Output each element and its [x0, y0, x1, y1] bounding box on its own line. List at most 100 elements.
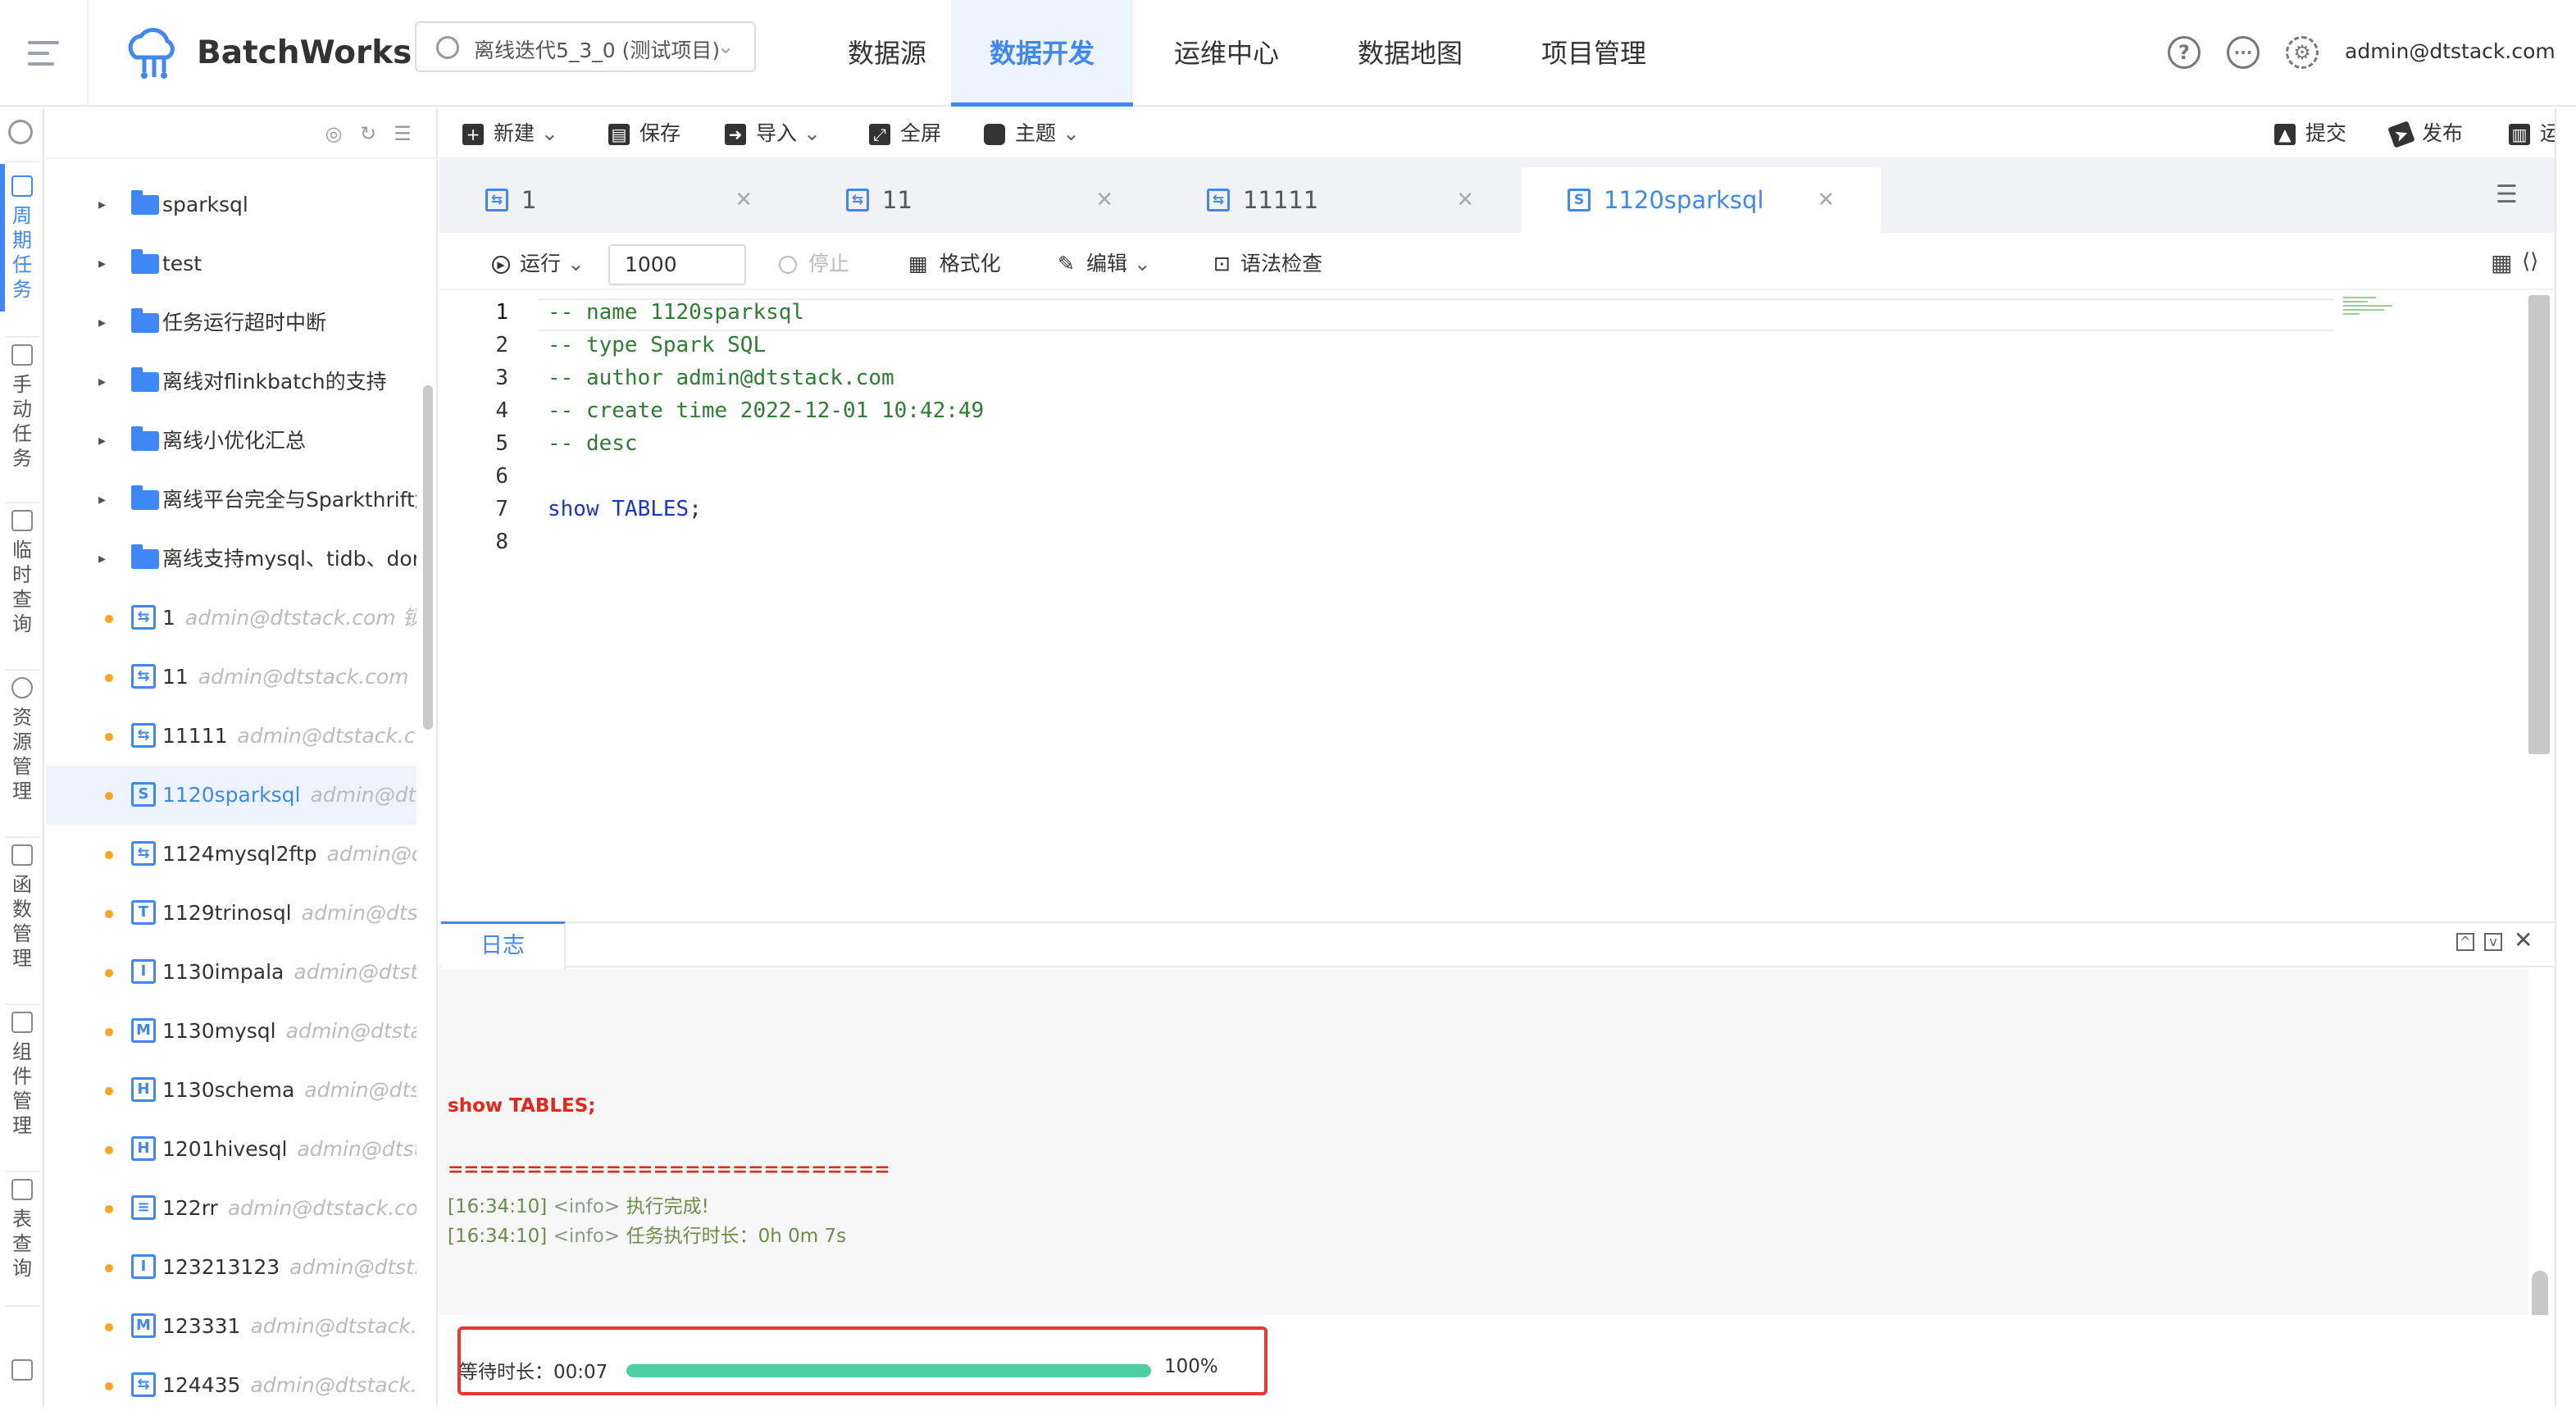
code-line[interactable]: -- desc [548, 431, 638, 456]
caret-right-icon[interactable]: ▸ [98, 412, 106, 471]
collapse-icon[interactable] [11, 1359, 33, 1381]
new-button[interactable]: + 新建 ⌄ [462, 120, 558, 148]
log-body [439, 969, 2528, 1315]
edit-button-label: 编辑 [1085, 252, 1127, 275]
tree-item-name: 离线平台完全与Sparkthrift解 [162, 488, 416, 512]
tree-item-name: 124435 [162, 1373, 241, 1397]
caret-right-icon[interactable]: ▸ [98, 530, 106, 589]
tree-folder[interactable]: ▸ sparksql [46, 175, 416, 234]
minimize-icon[interactable]: v [2484, 933, 2502, 951]
close-icon[interactable]: ✕ [1817, 167, 1835, 233]
log-line: [16:34:10] <info> 任务执行时长：0h 0m 7s [448, 1220, 846, 1248]
gear-icon[interactable]: ⚙ [2286, 36, 2319, 69]
locate-icon[interactable]: ◎ [323, 123, 344, 144]
tree-task[interactable]: ⇆124435 admin@dtstack.... [46, 1356, 416, 1415]
tree-task[interactable]: H1130schema admin@dtst... [46, 1061, 416, 1120]
tree-folder[interactable]: ▸ 任务运行超时中断 [46, 293, 416, 353]
caret-right-icon[interactable]: ▸ [98, 471, 106, 530]
code-line[interactable]: -- author admin@dtstack.com [548, 366, 894, 390]
stop-button[interactable]: 停止 [779, 249, 849, 279]
nav-data-development[interactable]: 数据开发 [951, 0, 1133, 107]
tree-task[interactable]: S1120sparksql admin@dts... [46, 766, 416, 825]
tree-folder[interactable]: ▸ 离线对flinkbatch的支持 [46, 353, 416, 412]
rail-item-temp-query[interactable]: 临时查询 [0, 510, 44, 636]
format-button[interactable]: ▦ 格式化 [908, 249, 1001, 279]
tree-scrollbar[interactable] [423, 385, 433, 730]
caret-right-icon[interactable]: ▸ [98, 175, 106, 234]
rail-item-resource-management[interactable]: 资源管理 [0, 677, 44, 803]
tree-task[interactable]: I123213123 admin@dtst... [46, 1238, 416, 1297]
rail-item-component-management[interactable]: 组件管理 [0, 1012, 44, 1138]
import-button[interactable]: ➜ 导入 ⌄ [725, 120, 821, 148]
caret-right-icon[interactable]: ▸ [98, 353, 106, 412]
close-icon[interactable]: ✕ [1095, 167, 1113, 233]
tree-folder[interactable]: ▸ 离线平台完全与Sparkthrift解 [46, 471, 416, 530]
nav-ops-center[interactable]: 运维中心 [1140, 0, 1313, 107]
close-icon[interactable]: ✕ [1456, 167, 1474, 233]
nav-project-management[interactable]: 项目管理 [1507, 0, 1681, 107]
rail-item-table-query[interactable]: 表查询 [0, 1179, 44, 1281]
tree-task[interactable]: ⇆ 11 admin@dtstack.com ... [46, 648, 416, 707]
submit-button[interactable]: ▲ 提交 [2274, 120, 2346, 148]
project-selector[interactable]: 离线迭代5_3_0 (测试项目) ⌄ [415, 21, 756, 72]
caret-right-icon[interactable]: ▸ [98, 234, 106, 293]
tree-folder[interactable]: ▸ test [46, 234, 416, 293]
refresh-icon[interactable]: ↻ [357, 123, 379, 144]
close-icon[interactable]: ✕ [735, 167, 753, 233]
search-icon[interactable] [8, 120, 33, 144]
code-bracket-icon[interactable]: ⟨⟩ [2522, 249, 2538, 274]
tree-task[interactable]: ⇆ 11111 admin@dtstack.c... [46, 707, 416, 766]
code-line[interactable]: -- type Spark SQL [548, 333, 766, 357]
code-line[interactable]: show TABLES; [548, 497, 702, 521]
code-line[interactable]: -- create time 2022-12-01 10:42:49 [548, 398, 984, 423]
tree-item-name: 离线对flinkbatch的支持 [162, 370, 387, 394]
tree-task[interactable]: I1130impala admin@dtsta... [46, 943, 416, 1002]
menu-toggle-icon[interactable] [28, 41, 59, 66]
log-tab[interactable]: 日志 [441, 921, 566, 969]
tab-1[interactable]: ⇆ 1 ✕ [439, 167, 799, 233]
message-icon[interactable]: ··· [2227, 36, 2260, 69]
tree-task[interactable]: ⇆1 admin@dtstack.com 锁... [46, 589, 416, 648]
run-limit-input[interactable]: 1000 [608, 244, 746, 285]
nav-data-map[interactable]: 数据地图 [1323, 0, 1497, 107]
code-minimap[interactable] [2343, 297, 2401, 320]
syntax-check-button[interactable]: ⊡ 语法检查 [1213, 249, 1322, 279]
publish-button[interactable]: ➤ 发布 [2387, 120, 2463, 148]
tree-task[interactable]: M1130mysql admin@dtsta... [46, 1002, 416, 1061]
list-icon[interactable]: ☰ [392, 123, 413, 144]
tree-folder[interactable]: ▸ 离线支持mysql、tidb、doris [46, 530, 416, 589]
tab-11[interactable]: ⇆ 11 ✕ [800, 167, 1159, 233]
rail-item-periodic-tasks[interactable]: 周期任务 [0, 175, 44, 302]
tree-task[interactable]: T1129trinosql admin@dtst... [46, 884, 416, 943]
tree-task[interactable]: ⇆1124mysql2ftp admin@d... [46, 825, 416, 884]
maximize-icon[interactable]: ^ [2456, 933, 2474, 951]
rail-item-function-management[interactable]: 函数管理 [0, 844, 44, 971]
tree-task[interactable]: ≡122rr admin@dtstack.co... [46, 1179, 416, 1238]
folder-icon [131, 308, 159, 333]
user-email[interactable]: admin@dtstack.com [2345, 39, 2556, 63]
table-icon[interactable]: ▦ [2491, 249, 2512, 276]
tab-list-icon[interactable]: ☰ [2496, 180, 2518, 209]
editor-scrollbar[interactable] [2528, 295, 2550, 754]
save-button[interactable]: ▤ 保存 [608, 120, 680, 148]
manual-task-icon [11, 344, 33, 366]
tab-11111[interactable]: ⇆ 11111 ✕ [1161, 167, 1520, 233]
caret-right-icon[interactable]: ▸ [98, 293, 106, 353]
fullscreen-button[interactable]: ⤢ 全屏 [869, 120, 941, 148]
tab-1120sparksql[interactable]: S 1120sparksql ✕ [1522, 167, 1881, 233]
rail-item-manual-tasks[interactable]: 手动任务 [0, 344, 44, 471]
tree-item-label: 离线平台完全与Sparkthrift解 [162, 471, 416, 530]
line-number: 3 [495, 366, 508, 390]
help-icon[interactable]: ? [2168, 36, 2201, 69]
tree-item-name: 122rr [162, 1196, 218, 1220]
tree-folder[interactable]: ▸ 离线小优化汇总 [46, 412, 416, 471]
nav-data-source[interactable]: 数据源 [805, 0, 969, 107]
code-line[interactable]: -- name 1120sparksql [548, 300, 804, 325]
tree-task[interactable]: M123331 admin@dtstack.... [46, 1297, 416, 1356]
status-dot [105, 792, 113, 800]
theme-button[interactable]: 主题 ⌄ [984, 120, 1080, 148]
close-icon[interactable]: ✕ [2514, 926, 2533, 953]
tree-task[interactable]: H1201hivesql admin@dtst... [46, 1120, 416, 1179]
edit-button[interactable]: ✎ 编辑 ⌄ [1058, 249, 1151, 279]
run-button[interactable]: ▶ 运行 ⌄ [492, 249, 585, 279]
